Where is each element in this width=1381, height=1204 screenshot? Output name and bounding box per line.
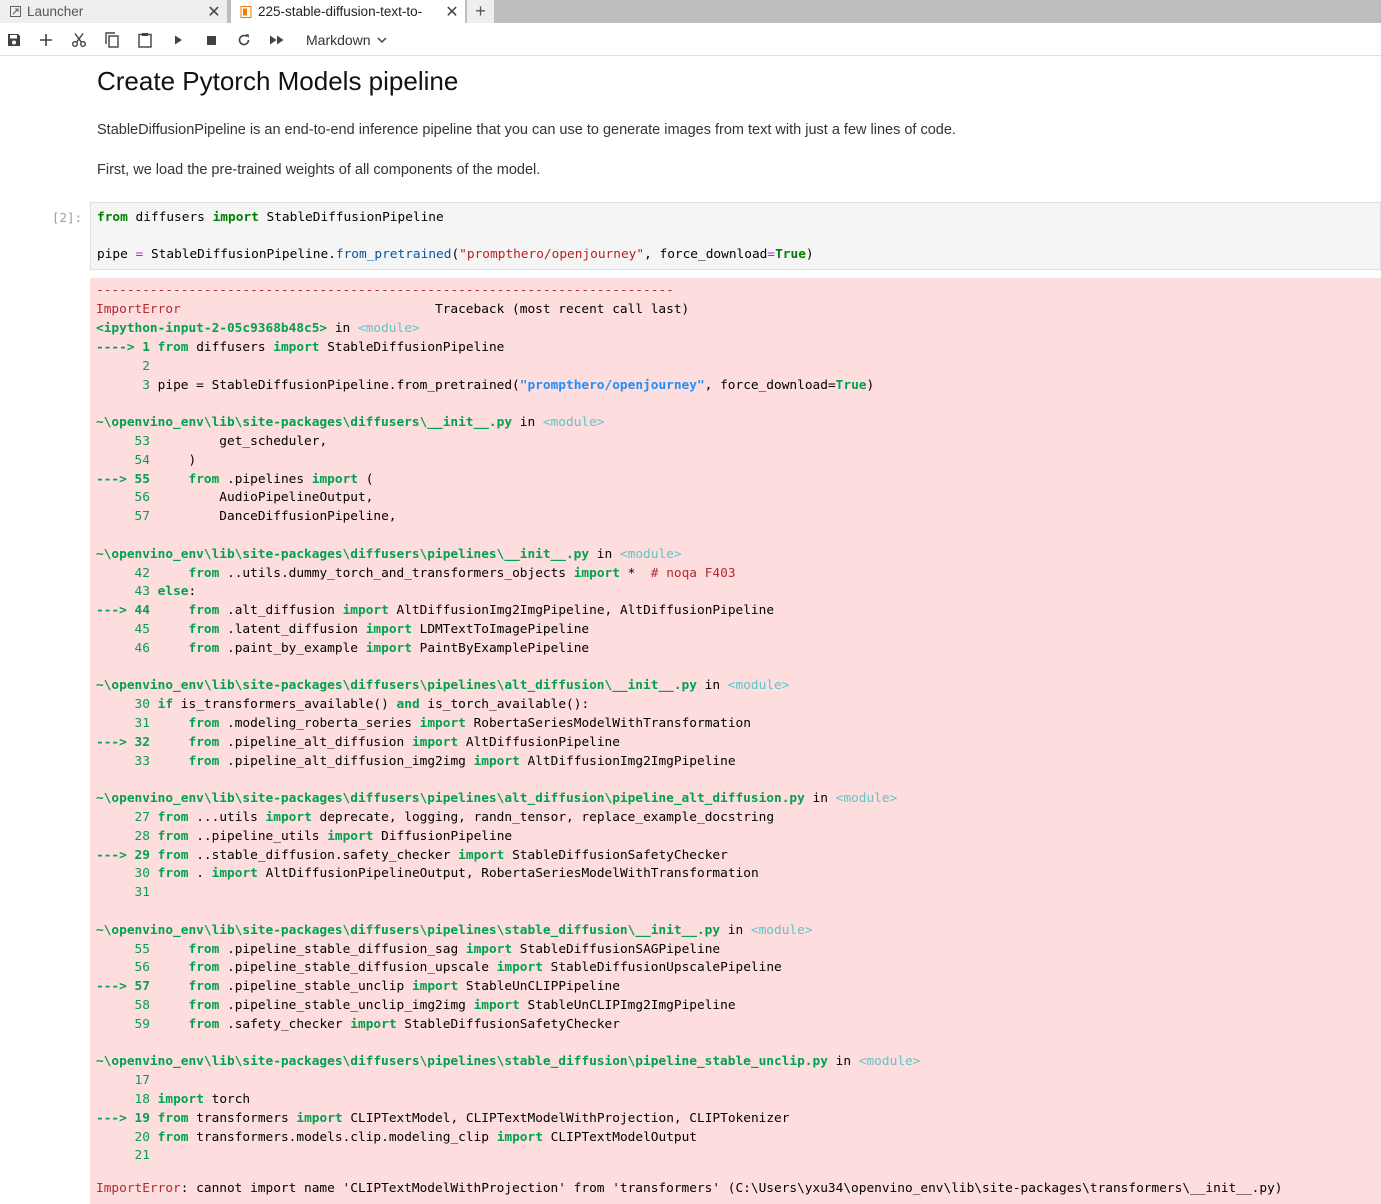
page-title: Create Pytorch Models pipeline: [97, 66, 459, 96]
cut-icon[interactable]: [68, 29, 90, 51]
traceback-line: 54 ): [134, 452, 197, 468]
traceback-line: 31 from .modeling_roberta_series import …: [134, 716, 751, 731]
traceback-frame-path: ~\openvino_env\lib\site-packages\diffuse…: [96, 678, 790, 694]
tab-notebook[interactable]: 225-stable-diffusion-text-to- ✕: [231, 0, 465, 23]
traceback-line: 57 DanceDiffusionPipeline,: [134, 509, 397, 525]
traceback-line: 3 pipe = StableDiffusionPipeline.from_pr…: [142, 377, 875, 393]
traceback-line: 56 AudioPipelineOutput,: [134, 490, 374, 506]
cell-type-dropdown[interactable]: Markdown: [306, 30, 387, 50]
traceback-line: 18 import torch: [134, 1092, 251, 1107]
cell-type-label: Markdown: [306, 32, 371, 48]
code-cell-input[interactable]: from diffusers import StableDiffusionPip…: [90, 202, 1381, 270]
traceback-frame-path: ~\openvino_env\lib\site-packages\diffuse…: [96, 415, 605, 431]
tab-notebook-label: 225-stable-diffusion-text-to-: [258, 4, 423, 19]
traceback-line: 31: [134, 885, 150, 901]
traceback-line: 42 from ..utils.dummy_torch_and_transfor…: [134, 565, 736, 581]
markdown-paragraph-1: StableDiffusionPipeline is an end-to-end…: [97, 122, 956, 138]
notebook-icon: [237, 5, 255, 18]
traceback-line: 30 from . import AltDiffusionPipelineOut…: [134, 866, 759, 882]
code-line-1: from diffusers import StableDiffusionPip…: [97, 210, 444, 225]
save-icon[interactable]: [3, 29, 25, 51]
stop-icon[interactable]: [200, 29, 222, 51]
traceback-header: ImportError Traceback (most recent call …: [96, 302, 690, 317]
fast-forward-icon[interactable]: [266, 29, 288, 51]
traceback-line: 17: [134, 1073, 150, 1089]
code-line-2: pipe = StableDiffusionPipeline.from_pret…: [97, 247, 814, 262]
traceback-line: ---> 57 from .pipeline_stable_unclip imp…: [96, 979, 620, 995]
traceback-line: 56 from .pipeline_stable_diffusion_upsca…: [134, 960, 782, 976]
close-icon[interactable]: ✕: [443, 2, 461, 22]
run-icon[interactable]: [167, 29, 189, 51]
restart-icon[interactable]: [233, 29, 255, 51]
traceback-line: 43 else:: [134, 584, 197, 600]
traceback-line: ---> 32 from .pipeline_alt_diffusion imp…: [96, 734, 620, 750]
traceback-line: ---> 44 from .alt_diffusion import AltDi…: [96, 603, 775, 619]
traceback-line: 53 get_scheduler,: [134, 434, 328, 449]
traceback-frame-path: ~\openvino_env\lib\site-packages\diffuse…: [96, 546, 682, 562]
traceback-line: 33 from .pipeline_alt_diffusion_img2img …: [134, 753, 736, 769]
close-icon[interactable]: ✕: [205, 2, 223, 22]
tab-launcher[interactable]: Launcher ✕: [0, 0, 228, 23]
traceback-rule: ----------------------------------------…: [96, 283, 674, 298]
copy-icon[interactable]: [101, 29, 123, 51]
traceback-line: ---> 19 from transformers import CLIPTex…: [96, 1110, 790, 1126]
traceback-line: 46 from .paint_by_example import PaintBy…: [134, 640, 590, 656]
traceback-line: 30 if is_transformers_available() and is…: [134, 697, 590, 713]
traceback-line: 21: [134, 1148, 150, 1164]
notebook-toolbar: Markdown: [0, 23, 1381, 56]
traceback-line: 20 from transformers.models.clip.modelin…: [134, 1129, 698, 1145]
traceback-line: ----> 1 from diffusers import StableDiff…: [96, 340, 505, 355]
traceback-line: 55 from .pipeline_stable_diffusion_sag i…: [134, 941, 721, 957]
markdown-paragraph-2: First, we load the pre-trained weights o…: [97, 162, 541, 178]
traceback-line: 45 from .latent_diffusion import LDMText…: [134, 622, 590, 637]
traceback-frame-path: ~\openvino_env\lib\site-packages\diffuse…: [96, 791, 898, 807]
traceback-input-file: <ipython-input-2-05c9368b48c5> in <modul…: [96, 321, 420, 336]
tab-launcher-label: Launcher: [27, 4, 84, 19]
traceback-frame-path: ~\openvino_env\lib\site-packages\diffuse…: [96, 1054, 921, 1070]
traceback-line: 58 from .pipeline_stable_unclip_img2img …: [134, 998, 736, 1013]
new-tab-button[interactable]: +: [467, 0, 494, 23]
traceback-line: 28 from ..pipeline_utils import Diffusio…: [134, 828, 513, 844]
add-cell-icon[interactable]: [35, 29, 57, 51]
traceback-line: 59 from .safety_checker import StableDif…: [134, 1016, 620, 1032]
chevron-down-icon: [377, 36, 387, 43]
error-output: ----------------------------------------…: [90, 278, 1381, 1204]
cell-prompt: [2]:: [52, 210, 83, 225]
traceback-frame-path: ~\openvino_env\lib\site-packages\diffuse…: [96, 922, 813, 938]
final-error-message: ImportError: cannot import name 'CLIPTex…: [96, 1181, 1283, 1196]
traceback-line: 2: [142, 358, 150, 374]
paste-icon[interactable]: [134, 29, 156, 51]
tab-bar: Launcher ✕ 225-stable-diffusion-text-to-…: [0, 0, 1381, 23]
launcher-icon: [6, 6, 24, 17]
traceback-line: ---> 55 from .pipelines import (: [96, 471, 374, 487]
traceback-line: ---> 29 from ..stable_diffusion.safety_c…: [96, 847, 728, 863]
traceback-line: 27 from ...utils import deprecate, loggi…: [134, 810, 775, 825]
